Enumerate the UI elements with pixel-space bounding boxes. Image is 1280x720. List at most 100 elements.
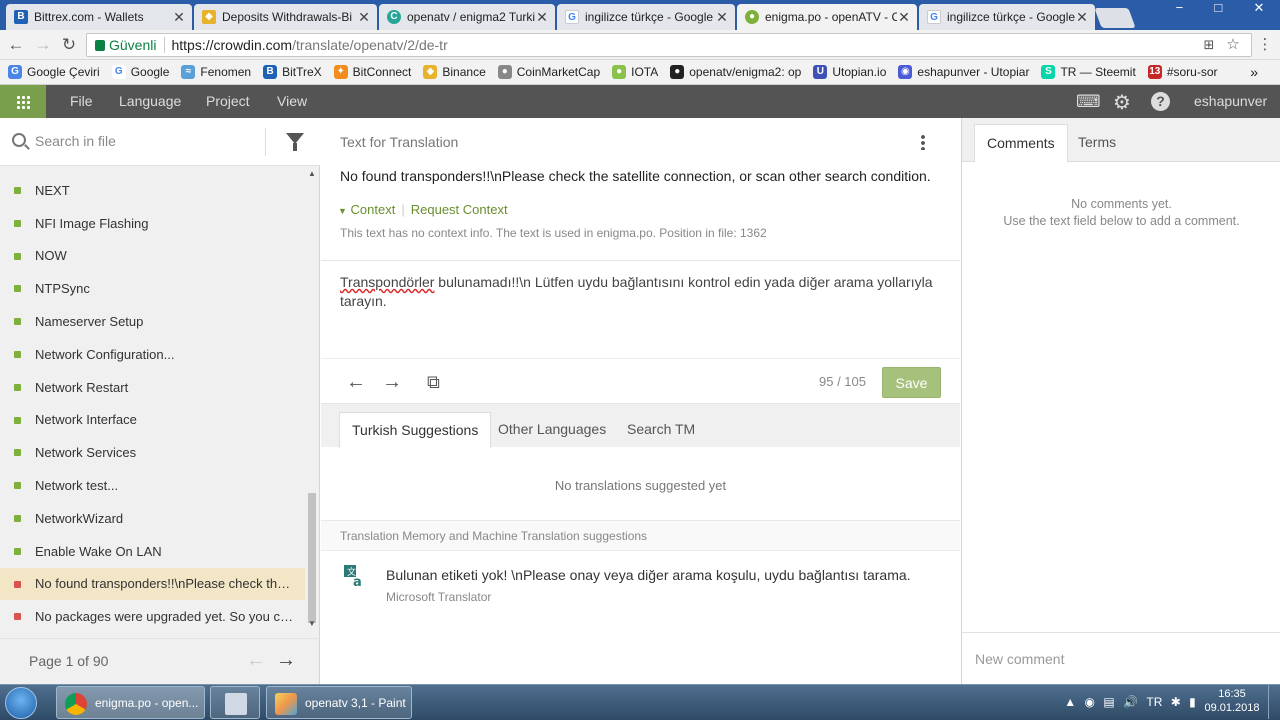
previous-string-icon[interactable]: ← — [346, 371, 366, 394]
string-list-item[interactable]: Network Configuration... — [0, 338, 305, 371]
new-tab-button[interactable] — [1094, 8, 1136, 28]
string-list-item[interactable]: Network Restart — [0, 371, 305, 404]
request-context-link[interactable]: Request Context — [411, 202, 508, 217]
string-list-item[interactable]: Network Services — [0, 436, 305, 469]
github-icon: ● — [670, 65, 685, 79]
tab-turkish-suggestions[interactable]: Turkish Suggestions — [339, 412, 492, 448]
show-hidden-icons[interactable]: ▲ — [1064, 695, 1076, 709]
bookmark-item[interactable]: ● IOTA — [612, 65, 658, 79]
browser-tab[interactable]: G ingilizce türkçe - Google ✕ — [919, 4, 1095, 30]
menu-view[interactable]: View — [277, 93, 307, 109]
close-tab-icon[interactable]: ✕ — [535, 9, 549, 26]
bookmark-item[interactable]: U Utopian.io — [813, 65, 886, 79]
string-list-item[interactable]: NetworkWizard — [0, 502, 305, 535]
string-list-item[interactable]: Enable Wake On LAN — [0, 535, 305, 568]
close-window-icon[interactable]: ✕ — [1253, 0, 1264, 20]
string-list-item[interactable]: Network test... — [0, 469, 305, 502]
more-options-icon[interactable] — [921, 134, 925, 150]
close-tab-icon[interactable]: ✕ — [172, 9, 186, 26]
keyboard-icon[interactable]: ⌨ — [1076, 92, 1101, 112]
browser-tab[interactable]: C openatv / enigma2 Turkis ✕ — [379, 4, 555, 30]
close-tab-icon[interactable]: ✕ — [1075, 9, 1089, 26]
help-icon[interactable]: ? — [1151, 92, 1170, 111]
next-page-icon[interactable]: → — [276, 649, 296, 672]
battery-icon[interactable]: ▮ — [1189, 695, 1196, 709]
context-toggle[interactable]: Context — [351, 202, 396, 217]
bookmark-item[interactable]: ≈ Fenomen — [181, 65, 251, 79]
bookmarks-overflow-icon[interactable]: » — [1250, 64, 1258, 80]
close-tab-icon[interactable]: ✕ — [897, 9, 911, 26]
maximize-icon[interactable]: □ — [1214, 0, 1222, 20]
bluetooth-icon[interactable]: ✱ — [1171, 695, 1181, 709]
volume-icon[interactable]: 🔊 — [1123, 695, 1138, 709]
page-label: Page 1 of 90 — [29, 653, 109, 669]
username[interactable]: eshapunver — [1194, 93, 1267, 109]
bookmark-item[interactable]: G Google — [111, 65, 169, 79]
search-input[interactable]: Search in file — [35, 133, 116, 149]
new-comment-field[interactable]: New comment — [962, 632, 1280, 684]
bookmark-item[interactable]: B BitTreX — [263, 65, 322, 79]
gear-icon[interactable]: ⚙ — [1113, 90, 1131, 115]
scroll-up-icon[interactable]: ▲ — [308, 169, 316, 178]
translate-page-icon[interactable]: ⊞ — [1198, 34, 1220, 56]
bookmark-item[interactable]: ● CoinMarketCap — [497, 65, 600, 79]
taskbar-calculator-button[interactable] — [210, 686, 260, 719]
menu-language[interactable]: Language — [119, 93, 181, 109]
list-scrollbar[interactable]: ▲ ▼ — [306, 167, 318, 629]
apps-grid-button[interactable] — [0, 85, 46, 118]
bookmark-item[interactable]: ● openatv/enigma2: op — [670, 65, 801, 79]
copy-source-icon[interactable]: ⧉ — [427, 372, 440, 393]
browser-tab-active[interactable]: ● enigma.po - openATV - C ✕ — [737, 4, 917, 30]
save-button[interactable]: Save — [882, 367, 941, 398]
bookmark-star-icon[interactable]: ☆ — [1222, 34, 1244, 56]
string-list-item[interactable]: NTPSync — [0, 272, 305, 305]
string-list-item[interactable]: NOW — [0, 240, 305, 273]
taskbar-chrome-button[interactable]: enigma.po - open... — [56, 686, 205, 719]
tab-title: openatv / enigma2 Turkis — [407, 10, 535, 24]
mt-suggestion[interactable]: Bulunan etiketi yok! \nPlease onay veya … — [386, 567, 911, 583]
string-list-item[interactable]: Nameserver Setup — [0, 305, 305, 338]
string-list-item[interactable]: No found transponders!!\nPlease check th… — [0, 567, 305, 601]
menu-project[interactable]: Project — [206, 93, 250, 109]
browser-tab[interactable]: B Bittrex.com - Wallets ✕ — [6, 4, 192, 30]
chrome-tray-icon[interactable]: ◉ — [1084, 695, 1094, 709]
bookmark-item[interactable]: G Google Çeviri — [8, 65, 100, 79]
minimize-icon[interactable]: − — [1176, 0, 1184, 20]
tab-search-tm[interactable]: Search TM — [615, 412, 707, 448]
menu-file[interactable]: File — [70, 93, 93, 109]
tab-terms[interactable]: Terms — [1066, 124, 1128, 162]
url-input[interactable]: Güvenli https://crowdin.com/translate/op… — [86, 33, 1252, 57]
translation-textarea[interactable]: Transpondörler bulunamadı!!\n Lütfen uyd… — [340, 273, 940, 311]
start-button[interactable] — [5, 687, 37, 719]
forward-icon[interactable]: → — [32, 34, 54, 56]
close-tab-icon[interactable]: ✕ — [715, 9, 729, 26]
taskbar-paint-button[interactable]: openatv 3,1 - Paint — [266, 686, 412, 719]
clock[interactable]: 16:35 09.01.2018 — [1200, 687, 1264, 715]
prev-page-icon[interactable]: ← — [246, 649, 266, 672]
string-list-item[interactable]: Network Interface — [0, 404, 305, 437]
bookmark-item[interactable]: 13 #soru-sor — [1147, 65, 1218, 79]
reload-icon[interactable]: ↻ — [58, 34, 80, 56]
string-list-item[interactable]: No packages were upgraded yet. So you ca… — [0, 600, 305, 633]
tab-comments[interactable]: Comments — [974, 124, 1068, 162]
browser-tab[interactable]: G ingilizce türkçe - Google ✕ — [557, 4, 735, 30]
search-box[interactable]: Search in file — [0, 118, 320, 166]
string-list-item[interactable]: NEXT — [0, 174, 305, 207]
close-tab-icon[interactable]: ✕ — [357, 9, 371, 26]
browser-tab[interactable]: ◆ Deposits Withdrawals-Bi ✕ — [194, 4, 377, 30]
back-icon[interactable]: ← — [5, 34, 27, 56]
show-desktop-button[interactable] — [1268, 685, 1280, 719]
bookmark-item[interactable]: ✦ BitConnect — [333, 65, 411, 79]
scroll-down-icon[interactable]: ▼ — [308, 619, 316, 628]
tab-other-languages[interactable]: Other Languages — [486, 412, 618, 448]
string-list-item[interactable]: NFI Image Flashing — [0, 207, 305, 240]
filter-icon[interactable] — [286, 133, 304, 151]
scroll-thumb[interactable] — [308, 493, 316, 623]
bookmark-item[interactable]: ◆ Binance — [423, 65, 486, 79]
chrome-menu-icon[interactable]: ⋮ — [1254, 34, 1276, 56]
language-icon[interactable]: TR — [1146, 695, 1162, 709]
network-icon[interactable]: ▤ — [1103, 695, 1114, 709]
bookmark-item[interactable]: ◉ eshapunver - Utopiar — [898, 65, 1029, 79]
bookmark-item[interactable]: S TR — Steemit — [1041, 65, 1136, 79]
next-string-icon[interactable]: → — [382, 371, 402, 394]
